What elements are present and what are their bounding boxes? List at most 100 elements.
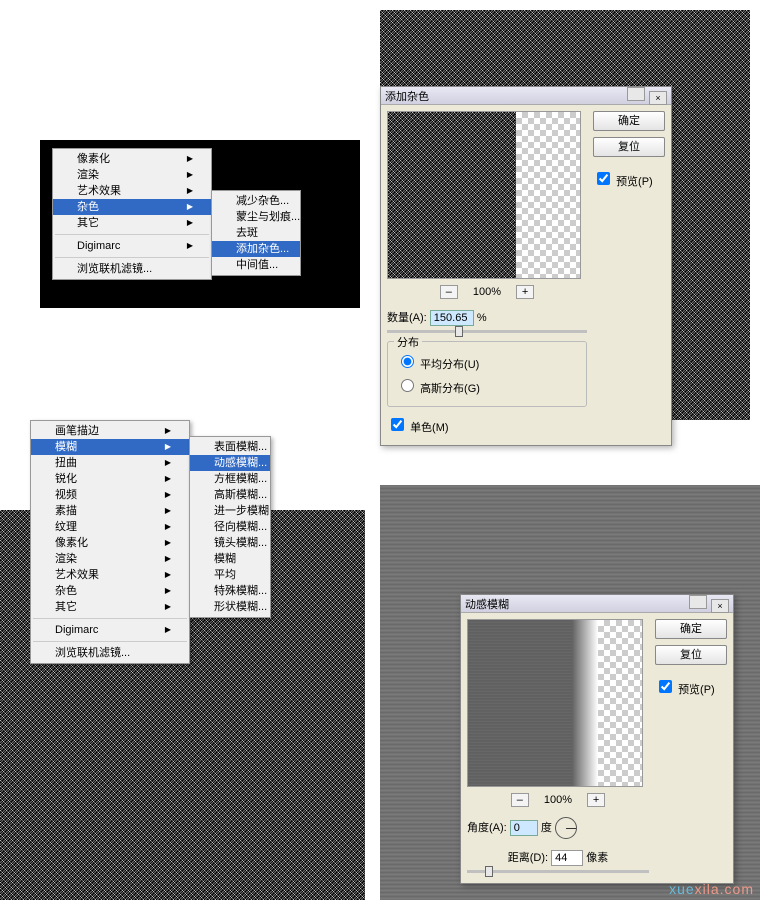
menu-item-digimarc[interactable]: Digimarc <box>31 622 189 638</box>
add-noise-dialog: 添加杂色 × – 100% + 数量(A): % 分布 <box>380 86 672 446</box>
menu1-sub-item[interactable]: 添加杂色... <box>212 241 300 257</box>
menu2-sub-item[interactable]: 模糊 <box>190 551 270 567</box>
menu2-sub-item-label: 进一步模糊 <box>214 503 269 519</box>
menu2-item-label: 扭曲 <box>55 455 77 471</box>
minimize-icon[interactable] <box>627 87 645 101</box>
filter-menu-2: 画笔描边模糊扭曲锐化视频素描纹理像素化渲染艺术效果杂色其它 Digimarc 浏… <box>30 420 190 664</box>
menu2-item[interactable]: 锐化 <box>31 471 189 487</box>
menu-separator <box>33 618 187 619</box>
menu2-sub-item-label: 特殊模糊... <box>214 583 267 599</box>
menu2-item-label: 纹理 <box>55 519 77 535</box>
noise-preview-right <box>516 112 580 278</box>
amount-slider[interactable] <box>387 330 587 333</box>
menu2-item-label: 锐化 <box>55 471 77 487</box>
menu2-sub-item[interactable]: 进一步模糊 <box>190 503 270 519</box>
menu2-sub-item[interactable]: 径向模糊... <box>190 519 270 535</box>
zoom-out-button[interactable]: – <box>511 793 529 807</box>
preview-checkbox[interactable]: 预览(P) <box>655 677 727 697</box>
menu2-item[interactable]: 其它 <box>31 599 189 615</box>
menu1-sub-item-label: 蒙尘与划痕... <box>236 209 300 225</box>
dialog-titlebar[interactable]: 添加杂色 × <box>381 87 671 105</box>
angle-label: 角度(A): <box>467 822 507 834</box>
menu2-sub-item[interactable]: 动感模糊... <box>190 455 270 471</box>
filter-submenu-blur: 表面模糊...动感模糊...方框模糊...高斯模糊...进一步模糊径向模糊...… <box>189 436 271 618</box>
minimize-icon[interactable] <box>689 595 707 609</box>
menu1-sub-item[interactable]: 减少杂色... <box>212 193 300 209</box>
menu2-sub-item[interactable]: 高斯模糊... <box>190 487 270 503</box>
close-icon[interactable]: × <box>649 91 667 105</box>
menu1-sub-item-label: 中间值... <box>236 257 278 273</box>
reset-button[interactable]: 复位 <box>655 645 727 665</box>
menu-item-browse-filters[interactable]: 浏览联机滤镜... <box>53 261 211 277</box>
distribution-legend: 分布 <box>394 334 422 350</box>
menu1-item[interactable]: 艺术效果 <box>53 183 211 199</box>
menu-item-browse-filters[interactable]: 浏览联机滤镜... <box>31 645 189 661</box>
close-icon[interactable]: × <box>711 599 729 613</box>
menu1-sub-item-label: 去斑 <box>236 225 258 241</box>
distance-label: 距离(D): <box>508 852 548 864</box>
preview-checkbox[interactable]: 预览(P) <box>593 169 665 189</box>
menu1-item[interactable]: 像素化 <box>53 151 211 167</box>
filter-menu-1: 像素化渲染艺术效果杂色其它 Digimarc 浏览联机滤镜... <box>52 148 212 280</box>
distance-slider[interactable] <box>467 870 649 873</box>
motion-preview-fade <box>572 620 598 786</box>
distance-unit: 像素 <box>586 852 608 864</box>
menu2-sub-item[interactable]: 镜头模糊... <box>190 535 270 551</box>
menu2-item[interactable]: 艺术效果 <box>31 567 189 583</box>
menu2-item[interactable]: 模糊 <box>31 439 189 455</box>
menu2-item[interactable]: 视频 <box>31 487 189 503</box>
noise-preview-left <box>388 112 516 278</box>
noise-preview[interactable] <box>387 111 581 279</box>
zoom-out-button[interactable]: – <box>440 285 458 299</box>
motion-blur-dialog: 动感模糊 × – 100% + 角度(A): 度 <box>460 594 734 884</box>
menu1-sub-item[interactable]: 去斑 <box>212 225 300 241</box>
menu2-sub-item[interactable]: 平均 <box>190 567 270 583</box>
angle-input[interactable] <box>510 820 538 836</box>
menu2-item-label: 素描 <box>55 503 77 519</box>
monochrome-checkbox[interactable]: 单色(M) <box>387 422 449 434</box>
amount-input[interactable] <box>430 310 474 326</box>
amount-label: 数量(A): <box>387 312 427 324</box>
menu1-sub-item-label: 减少杂色... <box>236 193 289 209</box>
angle-dial[interactable] <box>555 817 577 839</box>
dialog-title: 动感模糊 <box>465 596 509 612</box>
ok-button[interactable]: 确定 <box>593 111 665 131</box>
menu1-item[interactable]: 其它 <box>53 215 211 231</box>
distance-input[interactable] <box>551 850 583 866</box>
motion-preview-right <box>598 620 642 786</box>
menu2-sub-item[interactable]: 特殊模糊... <box>190 583 270 599</box>
dialog-titlebar[interactable]: 动感模糊 × <box>461 595 733 613</box>
motion-preview[interactable] <box>467 619 643 787</box>
menu2-sub-item[interactable]: 方框模糊... <box>190 471 270 487</box>
menu2-sub-item[interactable]: 形状模糊... <box>190 599 270 615</box>
gaussian-radio[interactable]: 高斯分布(G) <box>396 383 480 395</box>
menu1-sub-item[interactable]: 中间值... <box>212 257 300 273</box>
menu-separator <box>33 641 187 642</box>
uniform-radio[interactable]: 平均分布(U) <box>396 359 479 371</box>
zoom-level: 100% <box>544 794 572 806</box>
zoom-in-button[interactable]: + <box>516 285 534 299</box>
menu2-item-label: 其它 <box>55 599 77 615</box>
menu2-item[interactable]: 素描 <box>31 503 189 519</box>
menu-separator <box>55 257 209 258</box>
menu2-sub-item-label: 表面模糊... <box>214 439 267 455</box>
menu2-item-label: 艺术效果 <box>55 567 99 583</box>
motion-preview-left <box>468 620 572 786</box>
ok-button[interactable]: 确定 <box>655 619 727 639</box>
reset-button[interactable]: 复位 <box>593 137 665 157</box>
menu2-sub-item[interactable]: 表面模糊... <box>190 439 270 455</box>
zoom-level: 100% <box>473 286 501 298</box>
menu2-item[interactable]: 像素化 <box>31 535 189 551</box>
menu2-item[interactable]: 杂色 <box>31 583 189 599</box>
zoom-in-button[interactable]: + <box>587 793 605 807</box>
menu1-item-label: 艺术效果 <box>77 183 121 199</box>
menu1-sub-item[interactable]: 蒙尘与划痕... <box>212 209 300 225</box>
menu2-item[interactable]: 扭曲 <box>31 455 189 471</box>
menu2-sub-item-label: 高斯模糊... <box>214 487 267 503</box>
menu2-item[interactable]: 渲染 <box>31 551 189 567</box>
menu1-item[interactable]: 渲染 <box>53 167 211 183</box>
menu2-item[interactable]: 画笔描边 <box>31 423 189 439</box>
menu2-item[interactable]: 纹理 <box>31 519 189 535</box>
menu1-item[interactable]: 杂色 <box>53 199 211 215</box>
menu-item-digimarc[interactable]: Digimarc <box>53 238 211 254</box>
